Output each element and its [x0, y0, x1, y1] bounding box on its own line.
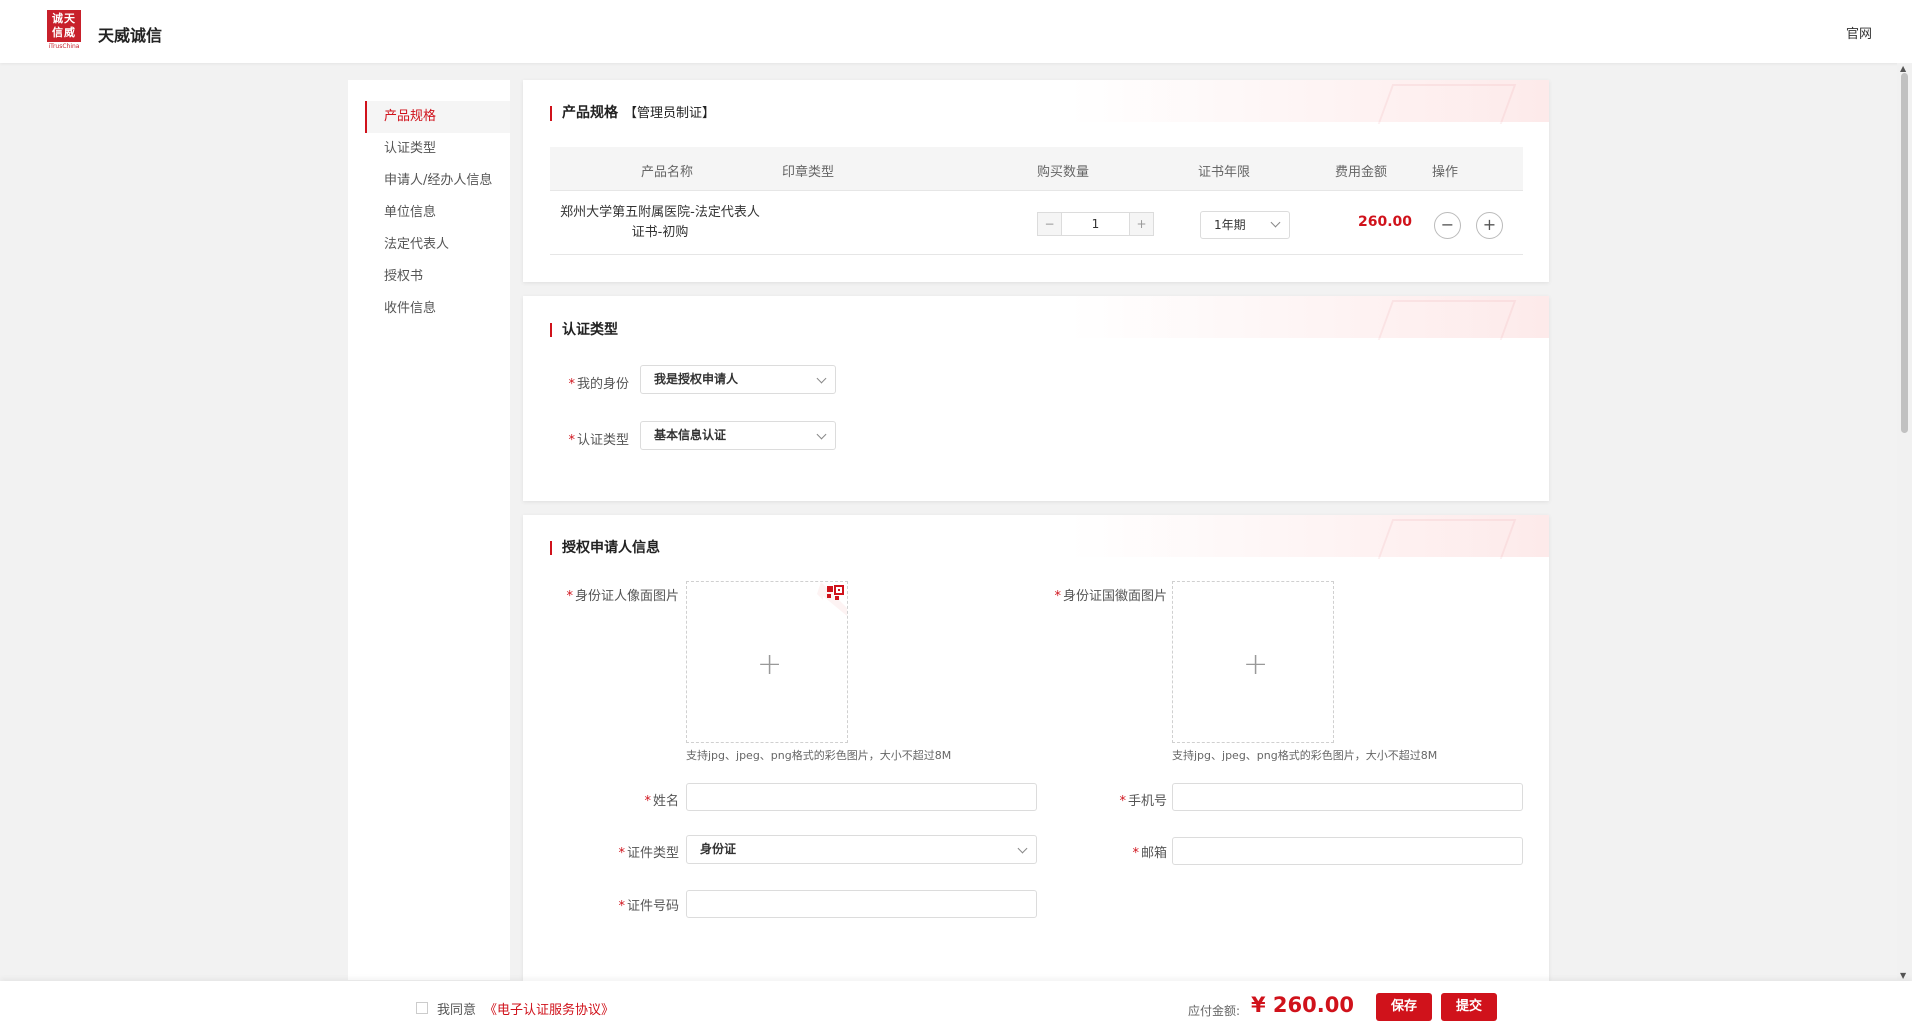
nav-item-authorization[interactable]: 授权书 — [348, 261, 510, 293]
product-spec-subtitle: 【管理员制证】 — [624, 106, 716, 121]
add-image-icon: + — [757, 647, 783, 682]
phone-input[interactable] — [1172, 783, 1523, 811]
nav-item-legal-rep[interactable]: 法定代表人 — [348, 229, 510, 261]
name-label: * 姓名 — [644, 794, 679, 809]
product-table-header: 产品名称 印章类型 购买数量 证书年限 费用金额 操作 — [550, 147, 1523, 191]
scroll-down-arrow-icon[interactable]: ▼ — [1900, 971, 1906, 980]
remove-product-button[interactable]: − — [1434, 212, 1461, 239]
section-nav: 产品规格 认证类型 申请人/经办人信息 单位信息 法定代表人 授权书 收件信息 — [348, 80, 510, 980]
name-label-text: 姓名 — [652, 794, 679, 809]
pay-amount: ¥ 260.00 — [1251, 993, 1354, 1017]
card-decoration — [1069, 80, 1549, 122]
identity-select[interactable]: 我是授权申请人 — [640, 365, 836, 394]
id-front-hint: 支持jpg、jpeg、png格式的彩色图片，大小不超过8M — [686, 749, 952, 762]
auth-type-title: 认证类型 — [550, 323, 618, 337]
nav-item-delivery[interactable]: 收件信息 — [348, 293, 510, 325]
idtype-label-text: 证件类型 — [626, 846, 679, 861]
product-spec-title: 产品规格 【管理员制证】 — [550, 106, 715, 121]
product-spec-card: 产品规格 【管理员制证】 产品名称 印章类型 购买数量 证书年限 费用金额 操作 … — [523, 80, 1549, 282]
save-button[interactable]: 保存 — [1376, 993, 1432, 1021]
card-decoration — [1069, 515, 1549, 557]
nav-item-applicant[interactable]: 申请人/经办人信息 — [348, 165, 510, 197]
add-image-icon: + — [1243, 647, 1269, 682]
chevron-down-icon — [816, 429, 827, 440]
nav-item-auth-type[interactable]: 认证类型 — [348, 133, 510, 165]
product-spec-title-text: 产品规格 — [562, 105, 618, 121]
auth-type-label-text: 认证类型 — [576, 433, 629, 448]
chevron-down-icon — [1270, 217, 1281, 228]
pay-label: 应付金额: — [1188, 1004, 1241, 1018]
agree-checkbox[interactable] — [416, 1002, 428, 1014]
id-back-hint: 支持jpg、jpeg、png格式的彩色图片，大小不超过8M — [1172, 749, 1438, 762]
id-front-label: * 身份证人像面图片 — [566, 589, 679, 604]
auth-type-select[interactable]: 基本信息认证 — [640, 421, 836, 450]
cert-years-value: 1年期 — [1214, 218, 1246, 232]
quantity-stepper: − 1 + — [1037, 212, 1154, 236]
col-product-name: 产品名称 — [641, 165, 694, 180]
nav-item-org-info[interactable]: 单位信息 — [348, 197, 510, 229]
scroll-thumb[interactable] — [1901, 73, 1908, 433]
col-cert-years: 证书年限 — [1198, 165, 1251, 180]
identity-value: 我是授权申请人 — [654, 372, 739, 386]
product-amount: 260.00 — [1358, 214, 1413, 230]
phone-label-text: 手机号 — [1127, 794, 1167, 809]
email-label-text: 邮箱 — [1140, 846, 1167, 861]
id-back-label-text: 身份证国徽面图片 — [1062, 589, 1167, 604]
logo-mark: 诚天信威 — [47, 10, 81, 42]
qr-code-icon — [817, 582, 847, 616]
add-product-button[interactable]: + — [1476, 212, 1503, 239]
applicant-card: 授权申请人信息 * 身份证人像面图片 + 支持jpg、jpeg、png格式的彩色图… — [523, 515, 1549, 981]
agree-text: 我同意 — [437, 1003, 477, 1018]
table-row: 郑州大学第五附属医院-法定代表人证书-初购 − 1 + 1年期 260.00 −… — [550, 191, 1523, 255]
email-input[interactable] — [1172, 837, 1523, 865]
auth-type-value: 基本信息认证 — [654, 428, 727, 442]
identity-label-text: 我的身份 — [576, 377, 629, 392]
col-seal-type: 印章类型 — [782, 165, 835, 180]
chevron-down-icon — [1017, 843, 1028, 854]
idtype-value: 身份证 — [700, 842, 737, 856]
service-agreement-link[interactable]: 《电子认证服务协议》 — [484, 999, 614, 1018]
cert-years-select[interactable]: 1年期 — [1200, 211, 1290, 239]
idno-input[interactable] — [686, 890, 1037, 918]
name-input[interactable] — [686, 783, 1037, 811]
col-amount: 费用金额 — [1335, 165, 1388, 180]
logo-subtext: iTrusChina — [48, 43, 80, 50]
nav-item-product-spec[interactable]: 产品规格 — [365, 101, 510, 133]
col-quantity: 购买数量 — [1037, 165, 1090, 180]
footer-bar: 我同意 《电子认证服务协议》 应付金额: ¥ 260.00 保存 提交 — [0, 981, 1912, 1034]
col-actions: 操作 — [1432, 165, 1459, 180]
auth-type-label: * 认证类型 — [568, 433, 629, 448]
idtype-label: * 证件类型 — [618, 846, 679, 861]
quantity-decrement-button[interactable]: − — [1038, 213, 1062, 235]
submit-button[interactable]: 提交 — [1441, 993, 1497, 1021]
card-decoration — [1069, 296, 1549, 338]
scroll-up-arrow-icon[interactable]: ▲ — [1900, 64, 1906, 73]
id-front-upload[interactable]: + — [686, 581, 848, 743]
idno-label-text: 证件号码 — [626, 899, 679, 914]
official-site-link[interactable]: 官网 — [1846, 23, 1872, 42]
brand-logo[interactable]: 诚天信威 iTrusChina — [47, 10, 81, 52]
auth-type-card: 认证类型 * 我的身份 我是授权申请人 * 认证类型 基本信息认证 — [523, 296, 1549, 501]
id-back-upload[interactable]: + — [1172, 581, 1334, 743]
product-name: 郑州大学第五附属医院-法定代表人证书-初购 — [560, 205, 760, 240]
chevron-down-icon — [816, 373, 827, 384]
quantity-increment-button[interactable]: + — [1129, 213, 1153, 235]
quantity-input[interactable]: 1 — [1062, 213, 1129, 235]
id-back-label: * 身份证国徽面图片 — [1054, 589, 1167, 604]
applicant-title: 授权申请人信息 — [550, 541, 660, 555]
brand-name: 天威诚信 — [98, 26, 163, 45]
top-header: 诚天信威 iTrusChina 天威诚信 官网 — [0, 0, 1912, 63]
email-label: * 邮箱 — [1132, 846, 1167, 861]
idno-label: * 证件号码 — [618, 899, 679, 914]
id-front-label-text: 身份证人像面图片 — [574, 589, 679, 604]
idtype-select[interactable]: 身份证 — [686, 835, 1037, 864]
phone-label: * 手机号 — [1119, 794, 1167, 809]
identity-label: * 我的身份 — [568, 377, 629, 392]
page-scrollbar[interactable]: ▲ ▼ — [1897, 63, 1912, 981]
